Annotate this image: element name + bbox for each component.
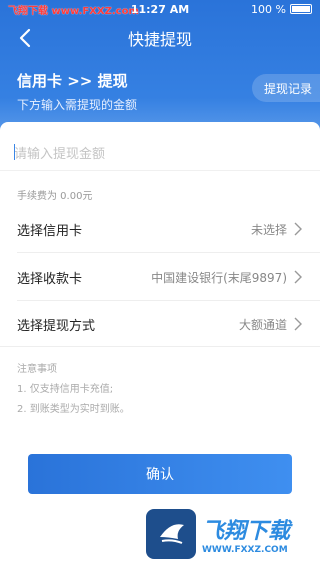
note-item: 2. 到账类型为实时到账。: [17, 404, 130, 415]
select-receive-card-row[interactable]: 选择收款卡 中国建设银行(末尾9897): [0, 254, 320, 300]
row-value: 大额通道: [238, 317, 287, 332]
section-subtitle: 下方输入需提现的金额: [17, 98, 138, 112]
input-caret: [14, 144, 15, 160]
status-time: 11:27 AM: [130, 2, 190, 16]
row-label: 选择提现方式: [17, 318, 96, 334]
row-label: 选择收款卡: [17, 271, 83, 287]
row-value-wrap: 中国建设银行(末尾9897): [151, 269, 303, 286]
watermark: 飞翔下载 WWW.FXXZ.COM: [146, 505, 316, 563]
select-withdraw-method-row[interactable]: 选择提现方式 大额通道: [0, 301, 320, 347]
input-divider: [0, 170, 320, 171]
row-label: 选择信用卡: [17, 223, 83, 239]
select-credit-card-row[interactable]: 选择信用卡 未选择: [0, 206, 320, 252]
notes-title: 注意事项: [17, 364, 57, 375]
row-value: 未选择: [250, 222, 287, 237]
withdraw-record-button[interactable]: 提现记录: [251, 74, 320, 102]
watermark-logo-icon: [146, 509, 196, 559]
row-value-wrap: 未选择: [251, 221, 303, 238]
note-item: 1. 仅支持信用卡充值;: [17, 384, 114, 395]
row-divider: [17, 252, 320, 253]
amount-input[interactable]: [14, 140, 304, 166]
chevron-right-icon: [294, 222, 302, 236]
watermark-text: 飞翔下载 WWW.FXXZ.COM: [202, 513, 290, 555]
back-arrow-icon[interactable]: [14, 26, 38, 50]
row-value-wrap: 大额通道: [239, 316, 303, 333]
watermark-small: WWW.FXXZ.COM: [202, 545, 288, 555]
row-value: 中国建设银行(末尾9897): [151, 270, 287, 285]
row-divider: [0, 346, 320, 347]
confirm-button[interactable]: 确认: [28, 454, 292, 494]
chevron-right-icon: [294, 317, 302, 331]
nav-bar: 快捷提现: [0, 20, 320, 56]
section-title: 信用卡 >> 提现: [17, 72, 128, 90]
chevron-right-icon: [294, 270, 302, 284]
page-title: 快捷提现: [127, 30, 192, 49]
battery-icon: [290, 4, 312, 14]
watermark-big: 飞翔下载: [202, 519, 291, 544]
status-bar: 飞翔下载 www.FXXZ.com 11:27 AM 100 %: [0, 0, 320, 18]
fee-text: 手续费为 0.00元: [17, 191, 93, 202]
